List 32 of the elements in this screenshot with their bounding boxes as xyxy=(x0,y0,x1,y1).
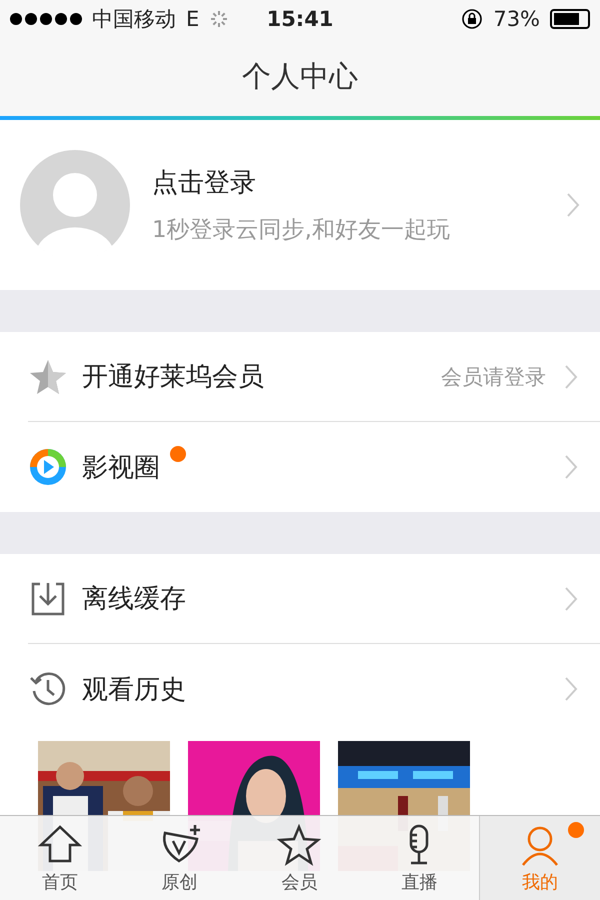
menu-detail: 会员请登录 xyxy=(441,364,546,390)
tab-item[interactable]: 首页 xyxy=(0,816,120,900)
menu-item[interactable]: 影视圈 xyxy=(28,422,600,512)
menu-item[interactable]: 离线缓存 xyxy=(28,554,600,644)
play-circle-icon xyxy=(28,447,68,487)
carrier-name: 中国移动 xyxy=(92,6,176,33)
loading-icon xyxy=(209,9,230,29)
clock: 15:41 xyxy=(266,7,334,31)
menu-label: 影视圈 xyxy=(82,452,160,484)
login-subtitle: 1秒登录云同步,和好友一起玩 xyxy=(152,216,451,245)
signal-icon xyxy=(10,13,82,25)
chevron-icon xyxy=(564,676,578,702)
network-type: E xyxy=(186,7,200,31)
star-icon xyxy=(276,822,322,866)
menu-item[interactable]: 观看历史 xyxy=(28,644,600,734)
chevron-icon xyxy=(564,454,578,480)
battery-percent: 73% xyxy=(493,7,540,31)
chevron-icon xyxy=(564,364,578,390)
chevron-icon xyxy=(564,586,578,612)
rotation-lock-icon xyxy=(461,8,484,30)
menu-item[interactable]: 开通好莱坞会员 会员请登录 xyxy=(28,332,600,422)
menu-label: 开通好莱坞会员 xyxy=(82,361,264,394)
page-title: 个人中心 xyxy=(0,38,600,116)
menu-label: 离线缓存 xyxy=(82,583,186,616)
login-title: 点击登录 xyxy=(152,167,257,200)
avatar[interactable] xyxy=(20,150,130,260)
battery-icon xyxy=(550,9,590,29)
tab-item[interactable]: 直播 xyxy=(359,816,480,900)
menu-label: 观看历史 xyxy=(82,674,186,706)
tab-item[interactable]: 原创 xyxy=(120,816,240,900)
tab-item[interactable]: 会员 xyxy=(240,816,360,900)
chevron-icon xyxy=(566,192,580,218)
